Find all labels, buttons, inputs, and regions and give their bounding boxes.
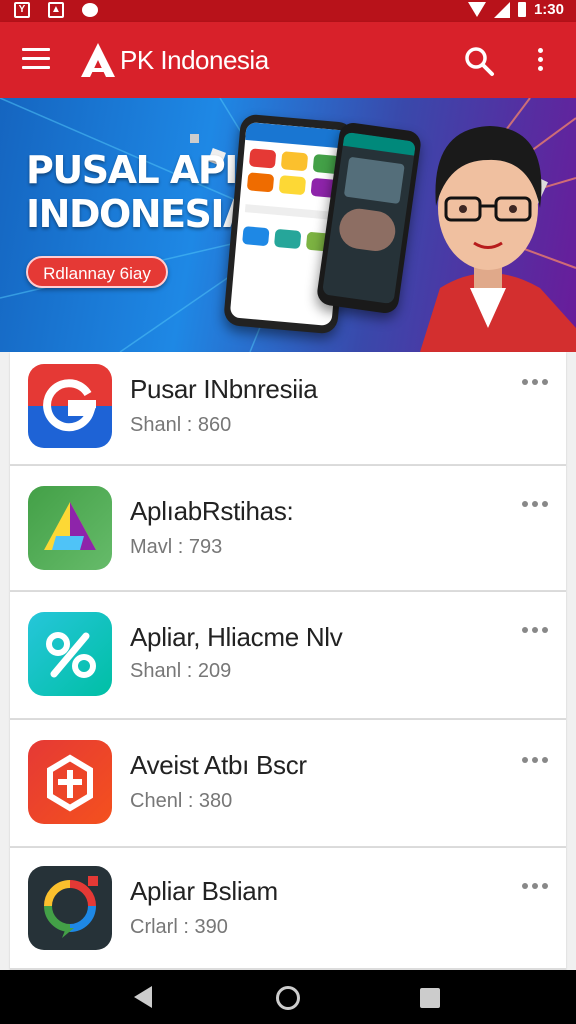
system-icons: 1:30: [467, 1, 564, 18]
app-name: Aveist Atbı Bscr: [130, 750, 307, 780]
battery-icon: [517, 2, 526, 17]
chat-notification-icon: [82, 3, 98, 17]
recent-apps-icon[interactable]: [420, 988, 440, 1008]
app-subtitle: Mavl : 793: [130, 536, 223, 558]
signal-icon: [493, 1, 510, 18]
list-item[interactable]: AplıabRstihas: Mavl : 793: [10, 466, 566, 592]
list-item[interactable]: Apliar, Hliacme Nlv Shanl : 209: [10, 592, 566, 720]
back-icon[interactable]: [134, 986, 152, 1008]
wifi-icon: [467, 2, 486, 17]
app-subtitle: Chenl : 380: [130, 790, 233, 812]
banner-cta-button[interactable]: Rdlannay 6iay: [26, 256, 168, 288]
status-bar: Y ▲ 1:30: [0, 0, 576, 22]
banner-headline: PUSAL API INDONESIAI: [26, 148, 265, 236]
percent-logo-icon: [28, 612, 112, 696]
app-name: AplıabRstihas:: [130, 496, 294, 526]
notification-icon: Y: [14, 2, 30, 18]
app-bar: PK Indonesia: [0, 22, 576, 98]
status-time: 1:30: [533, 1, 564, 18]
app-title: PK Indonesia: [120, 44, 269, 75]
more-options-icon[interactable]: [522, 498, 548, 510]
apk-logo-icon: [81, 43, 115, 77]
app-list: Pusar INbnresiia Shanl : 860 AplıabRstih…: [10, 352, 566, 970]
more-vert-icon[interactable]: [530, 48, 550, 76]
list-item[interactable]: Aveist Atbı Bscr Chenl : 380: [10, 720, 566, 848]
woman-mascot-illustration: [420, 126, 576, 352]
image-notification-icon: ▲: [48, 2, 64, 18]
more-options-icon[interactable]: [522, 376, 548, 388]
system-navigation-bar: [0, 970, 576, 1024]
g-logo-icon: [28, 364, 112, 448]
app-name: Apliar Bsliam: [130, 876, 278, 906]
more-options-icon[interactable]: [522, 754, 548, 766]
chat-ring-logo-icon: [28, 866, 112, 950]
more-options-icon[interactable]: [522, 624, 548, 636]
search-icon[interactable]: [462, 44, 496, 78]
box-logo-icon: [28, 740, 112, 824]
notification-icons: Y ▲: [14, 2, 98, 18]
triangle-logo-icon: [28, 486, 112, 570]
list-item[interactable]: Apliar Bsliam Crlarl : 390: [10, 848, 566, 970]
app-name: Pusar INbnresiia: [130, 374, 318, 404]
list-item[interactable]: Pusar INbnresiia Shanl : 860: [10, 352, 566, 466]
banner-headline-line2: INDONESIAI: [26, 192, 265, 236]
app-logo: PK Indonesia: [78, 40, 269, 80]
app-subtitle: Shanl : 860: [130, 414, 232, 436]
app-subtitle: Crlarl : 390: [130, 916, 228, 938]
promo-banner[interactable]: PUSAL API INDONESIAI Rdlannay 6iay: [0, 98, 576, 352]
more-options-icon[interactable]: [522, 880, 548, 892]
home-icon[interactable]: [276, 986, 300, 1010]
banner-headline-line1: PUSAL API: [26, 148, 238, 192]
app-subtitle: Shanl : 209: [130, 660, 232, 682]
app-name: Apliar, Hliacme Nlv: [130, 622, 343, 652]
hamburger-menu-icon[interactable]: [22, 48, 50, 72]
